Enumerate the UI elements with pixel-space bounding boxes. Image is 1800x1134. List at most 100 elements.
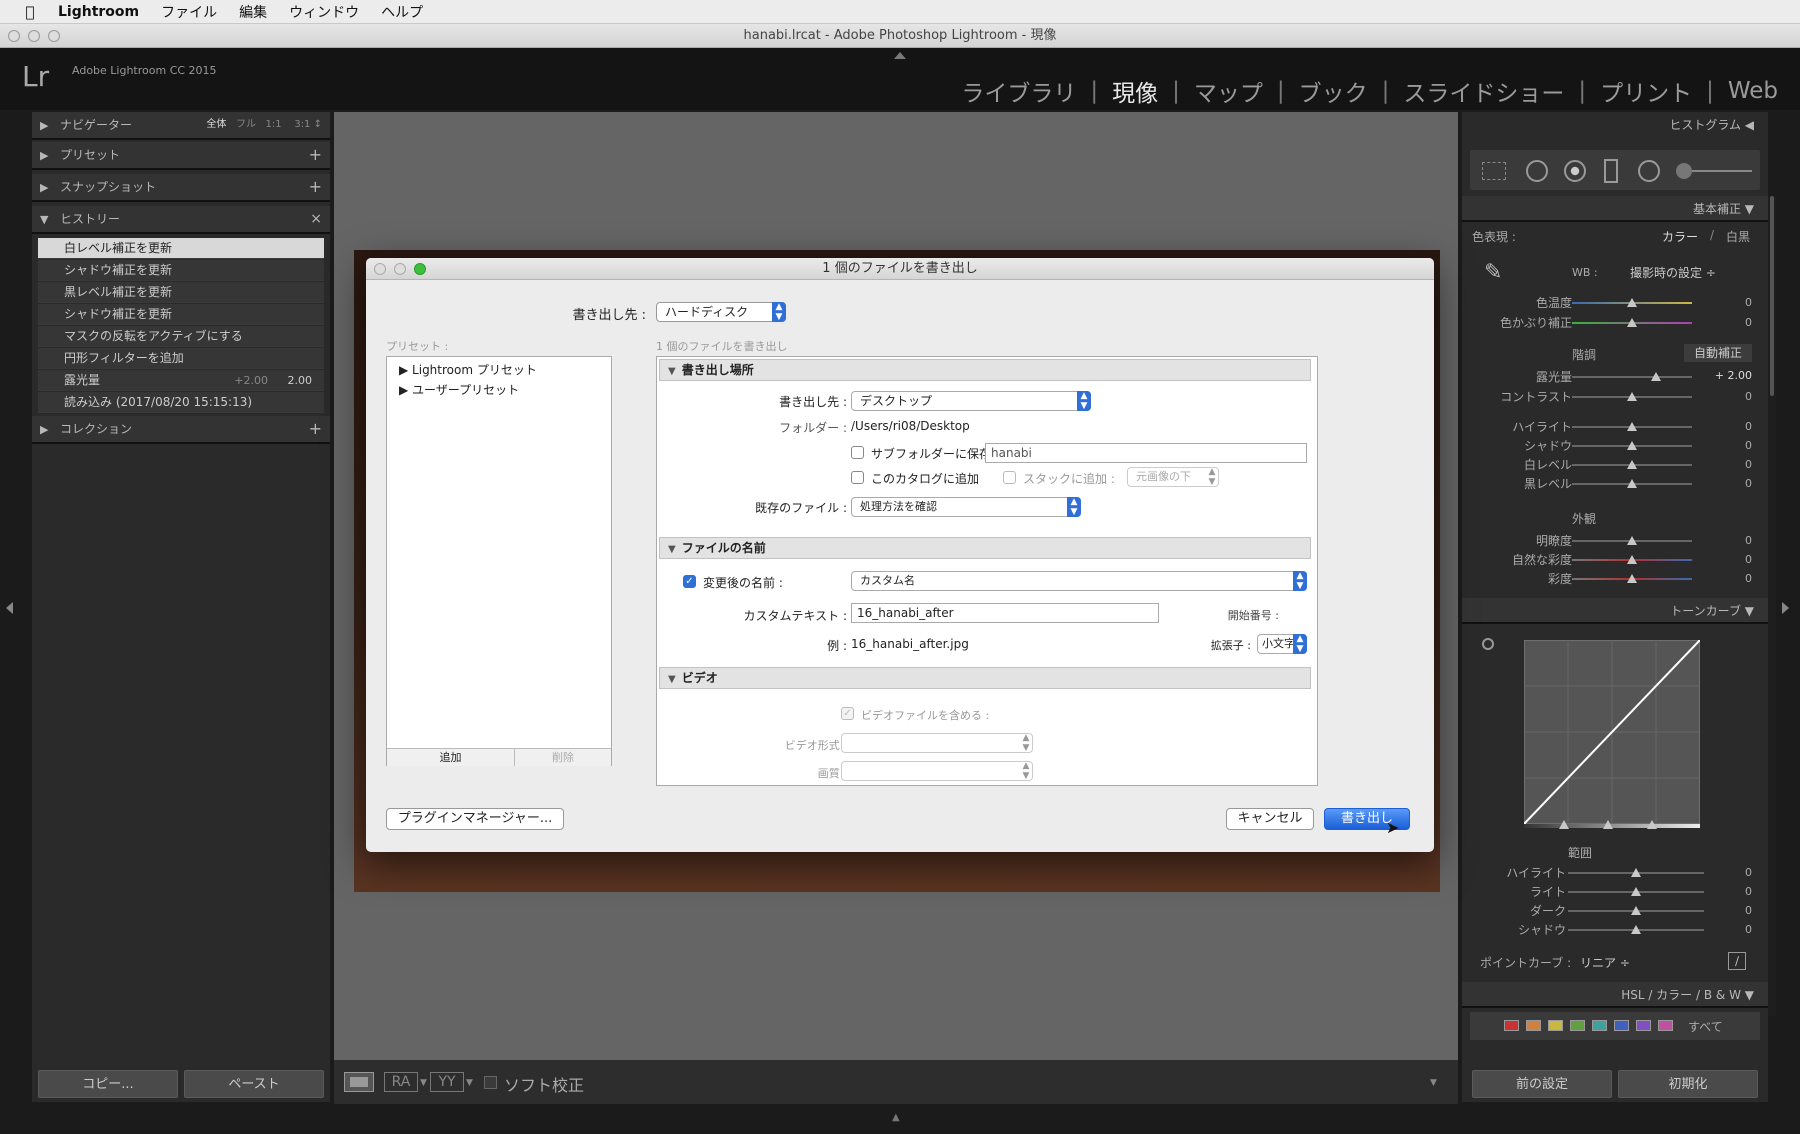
dialog-zoom-button[interactable] bbox=[414, 263, 426, 275]
histogram-header[interactable]: ヒストグラム ◀ bbox=[1462, 112, 1768, 138]
menu-help[interactable]: ヘルプ bbox=[381, 2, 423, 22]
rename-checkbox[interactable]: ✓ bbox=[683, 575, 696, 588]
window-close-button[interactable] bbox=[8, 30, 20, 42]
swatch-aqua[interactable] bbox=[1592, 1020, 1607, 1031]
slider-knob[interactable] bbox=[1631, 868, 1641, 877]
collapse-top-icon[interactable] bbox=[894, 52, 906, 59]
curve-shadows-slider[interactable] bbox=[1568, 925, 1704, 934]
paste-button[interactable]: ペースト bbox=[184, 1070, 324, 1098]
shadows-slider[interactable] bbox=[1572, 441, 1692, 450]
target-adjust-icon[interactable] bbox=[1482, 638, 1494, 650]
basic-header[interactable]: 基本補正 ▼ bbox=[1462, 196, 1768, 222]
stack-checkbox[interactable] bbox=[1003, 471, 1016, 484]
slider-knob[interactable] bbox=[1631, 925, 1641, 934]
navigator-header[interactable]: ▶ ナビゲーター 全体 フル 1:1 3:1 ↕ bbox=[32, 112, 330, 140]
history-item-exposure[interactable]: 露光量 +2.00 2.00 bbox=[38, 370, 324, 391]
curve-lights-slider[interactable] bbox=[1568, 887, 1704, 896]
zoom-3-1[interactable]: 3:1 bbox=[294, 119, 310, 130]
menu-window[interactable]: ウィンドウ bbox=[289, 2, 359, 22]
dialog-close-button[interactable] bbox=[374, 263, 386, 275]
preset-group-user[interactable]: ▶ ユーザープリセット bbox=[399, 381, 519, 398]
add-preset-icon[interactable]: + bbox=[309, 142, 322, 168]
rename-select[interactable]: カスタム名 ▲ ▼ bbox=[851, 571, 1307, 591]
tint-slider[interactable] bbox=[1572, 318, 1692, 327]
slider-knob[interactable] bbox=[1627, 298, 1637, 307]
section-naming-header[interactable]: ▼ ファイルの名前 bbox=[659, 537, 1311, 559]
exposure-slider[interactable] bbox=[1572, 372, 1692, 381]
saturation-slider[interactable] bbox=[1572, 574, 1692, 583]
adjustment-brush-icon[interactable] bbox=[1676, 163, 1692, 179]
module-slideshow[interactable]: スライドショー bbox=[1403, 74, 1564, 108]
add-catalog-checkbox[interactable] bbox=[851, 471, 864, 484]
module-web[interactable]: Web bbox=[1728, 78, 1778, 104]
swatch-blue[interactable] bbox=[1614, 1020, 1629, 1031]
swatch-magenta[interactable] bbox=[1658, 1020, 1673, 1031]
module-book[interactable]: ブック bbox=[1299, 74, 1368, 108]
history-item[interactable]: 円形フィルターを追加 bbox=[38, 348, 324, 369]
slider-knob[interactable] bbox=[1627, 318, 1637, 327]
collections-header[interactable]: ▶ コレクション + bbox=[32, 416, 330, 444]
zoom-1-1[interactable]: 1:1 bbox=[266, 119, 282, 130]
highlights-slider[interactable] bbox=[1572, 422, 1692, 431]
chevron-down-icon[interactable]: ▼ bbox=[420, 1078, 427, 1088]
slider-knob[interactable] bbox=[1627, 574, 1637, 583]
contrast-slider[interactable] bbox=[1572, 392, 1692, 401]
slider-knob[interactable] bbox=[1627, 392, 1637, 401]
zoom-stepper-icon[interactable]: ↕ bbox=[314, 119, 322, 130]
swatch-purple[interactable] bbox=[1636, 1020, 1651, 1031]
slider-knob[interactable] bbox=[1631, 906, 1641, 915]
curve-highlights-slider[interactable] bbox=[1568, 868, 1704, 877]
before-after-tb-icon[interactable]: YY bbox=[430, 1072, 464, 1092]
before-after-lr-icon[interactable]: RA bbox=[384, 1072, 418, 1092]
dialog-minimize-button[interactable] bbox=[394, 263, 406, 275]
history-item[interactable]: 白レベル補正を更新 bbox=[38, 238, 324, 259]
swatch-yellow[interactable] bbox=[1548, 1020, 1563, 1031]
right-panel-scrollbar[interactable] bbox=[1768, 196, 1776, 1016]
window-minimize-button[interactable] bbox=[28, 30, 40, 42]
clarity-slider[interactable] bbox=[1572, 536, 1692, 545]
video-format-select[interactable]: ▲ ▼ bbox=[841, 733, 1033, 753]
slider-knob[interactable] bbox=[1627, 422, 1637, 431]
history-header[interactable]: ▼ ヒストリー × bbox=[32, 206, 330, 234]
stack-select[interactable]: 元画像の下 ▲ ▼ bbox=[1127, 467, 1219, 487]
add-preset-button[interactable]: 追加 bbox=[387, 748, 515, 766]
crop-icon[interactable] bbox=[1482, 162, 1506, 180]
hsl-all[interactable]: すべて bbox=[1688, 1018, 1723, 1035]
curve-darks-slider[interactable] bbox=[1568, 906, 1704, 915]
dest-select[interactable]: デスクトップ ▲ ▼ bbox=[851, 391, 1091, 411]
history-item[interactable]: シャドウ補正を更新 bbox=[38, 260, 324, 281]
zoom-fit[interactable]: 全体 bbox=[206, 119, 226, 130]
soft-proof-checkbox[interactable] bbox=[484, 1076, 497, 1089]
module-library[interactable]: ライブラリ bbox=[961, 74, 1076, 108]
wb-eyedropper-icon[interactable]: ✎ bbox=[1484, 260, 1514, 290]
toolbar-menu-icon[interactable]: ▼ bbox=[1430, 1078, 1437, 1088]
swatch-red[interactable] bbox=[1504, 1020, 1519, 1031]
treatment-color[interactable]: カラー bbox=[1662, 228, 1698, 245]
slider-knob[interactable] bbox=[1627, 555, 1637, 564]
section-video-header[interactable]: ▼ ビデオ bbox=[659, 667, 1311, 689]
reset-button[interactable]: 初期化 bbox=[1618, 1070, 1758, 1098]
swatch-orange[interactable] bbox=[1526, 1020, 1541, 1031]
plugin-manager-button[interactable]: プラグインマネージャー... bbox=[386, 808, 564, 830]
existing-files-select[interactable]: 処理方法を確認 ▲ ▼ bbox=[851, 497, 1081, 517]
subfolder-input[interactable]: hanabi bbox=[985, 443, 1307, 463]
slider-knob[interactable] bbox=[1627, 536, 1637, 545]
edit-point-curve-icon[interactable]: ∕ bbox=[1728, 952, 1746, 970]
point-curve-select[interactable]: リニア ÷ bbox=[1580, 954, 1630, 971]
add-snapshot-icon[interactable]: + bbox=[309, 174, 322, 200]
chevron-down-icon[interactable]: ▼ bbox=[466, 1078, 473, 1088]
slider-knob[interactable] bbox=[1651, 372, 1661, 381]
snapshots-header[interactable]: ▶ スナップショット + bbox=[32, 174, 330, 202]
add-collection-icon[interactable]: + bbox=[309, 416, 322, 442]
collapse-left-icon[interactable] bbox=[6, 602, 13, 614]
vibrance-slider[interactable] bbox=[1572, 555, 1692, 564]
include-video-checkbox[interactable]: ✓ bbox=[841, 707, 854, 720]
history-item[interactable]: シャドウ補正を更新 bbox=[38, 304, 324, 325]
history-item[interactable]: マスクの反転をアクティブにする bbox=[38, 326, 324, 347]
collapse-right-icon[interactable] bbox=[1782, 602, 1789, 614]
video-quality-select[interactable]: ▲ ▼ bbox=[841, 761, 1033, 781]
module-print[interactable]: プリント bbox=[1600, 74, 1692, 108]
slider-knob[interactable] bbox=[1627, 441, 1637, 450]
swatch-green[interactable] bbox=[1570, 1020, 1585, 1031]
preset-group-lightroom[interactable]: ▶ Lightroom プリセット bbox=[399, 361, 537, 378]
